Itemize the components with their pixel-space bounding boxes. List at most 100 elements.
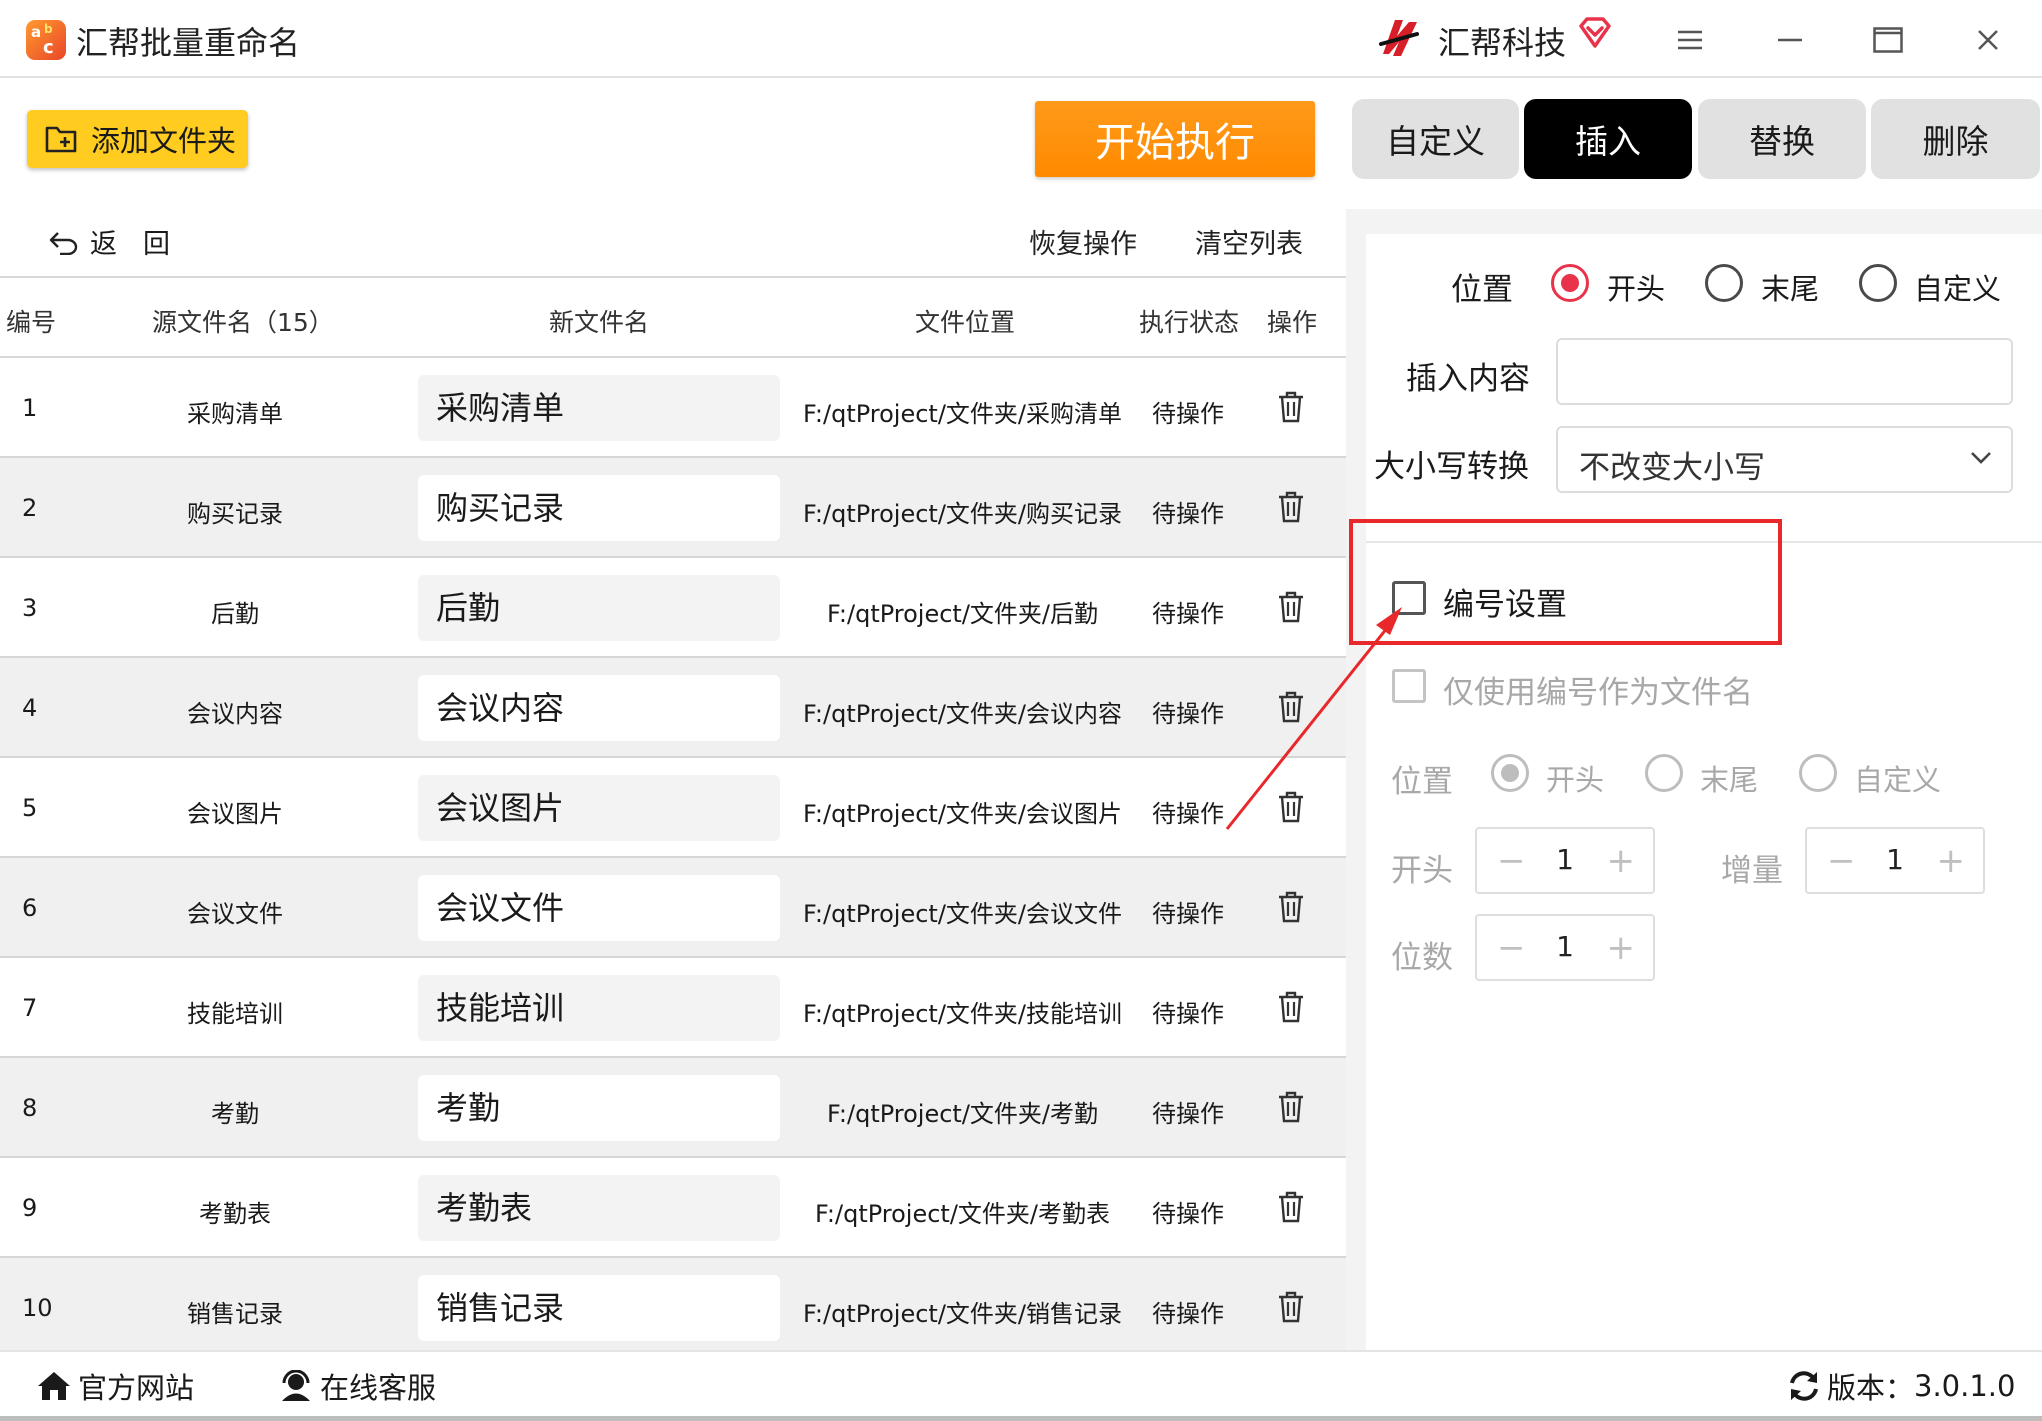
start-execute-button[interactable]: 开始执行 — [1035, 101, 1315, 177]
tab-delete[interactable]: 删除 — [1871, 99, 2040, 179]
row-new-name-field[interactable]: 采购清单 — [418, 375, 780, 441]
back-label: 返回 — [90, 229, 196, 260]
position-radio-end[interactable] — [1705, 264, 1743, 302]
table-row: 4 会议内容 会议内容 F:/qtProject/文件夹/会议内容 待操作 — [0, 658, 1346, 758]
header-location: 文件位置 — [915, 308, 1016, 337]
official-website-link[interactable]: 官方网站 — [36, 1365, 194, 1407]
headset-icon — [282, 1370, 310, 1401]
version-value: 3.0.1.0 — [1914, 1369, 2016, 1403]
minimize-icon[interactable] — [1768, 18, 1812, 62]
clear-list-link[interactable]: 清空列表 — [1195, 222, 1303, 261]
row-new-name-field[interactable]: 购买记录 — [418, 475, 780, 541]
plus-icon[interactable]: + — [1607, 841, 1636, 881]
trash-icon[interactable] — [1276, 990, 1306, 1024]
insert-content-label: 插入内容 — [1406, 361, 1530, 397]
plus-icon[interactable]: + — [1607, 928, 1636, 968]
window-bottom-border — [0, 1416, 2042, 1421]
row-source-name: 销售记录 — [187, 1300, 283, 1328]
row-file-path: F:/qtProject/文件夹/采购清单 — [802, 400, 1123, 428]
version-info[interactable]: 版本： 3.0.1.0 — [1787, 1365, 2015, 1407]
row-file-path: F:/qtProject/文件夹/考勤 — [826, 1100, 1099, 1128]
online-service-label: 在线客服 — [320, 1371, 437, 1405]
num-position-radio-end[interactable] — [1645, 754, 1683, 792]
row-number: 6 — [22, 894, 38, 922]
header-no: 编号 — [6, 308, 57, 337]
trash-icon[interactable] — [1276, 490, 1306, 524]
maximize-icon[interactable] — [1866, 18, 1910, 62]
table-row: 10 销售记录 销售记录 F:/qtProject/文件夹/销售记录 待操作 — [0, 1258, 1346, 1358]
row-new-name-field[interactable]: 会议文件 — [418, 875, 780, 941]
num-position-start-label: 开头 — [1546, 763, 1605, 797]
row-new-name-field[interactable]: 考勤表 — [418, 1175, 780, 1241]
row-source-name: 采购清单 — [187, 400, 283, 428]
folder-add-icon — [45, 126, 77, 153]
position-custom-label: 自定义 — [1914, 272, 2002, 306]
menu-icon[interactable] — [1668, 18, 1712, 62]
row-number: 9 — [22, 1194, 38, 1222]
row-new-name-field[interactable]: 技能培训 — [418, 975, 780, 1041]
row-number: 4 — [22, 694, 38, 722]
row-status: 待操作 — [1152, 1200, 1224, 1228]
row-file-path: F:/qtProject/文件夹/考勤表 — [814, 1200, 1111, 1228]
case-label: 大小写转换 — [1374, 449, 1529, 485]
table-top-divider — [0, 276, 1346, 278]
brand-logo-icon — [1379, 20, 1419, 56]
row-new-name-field[interactable]: 销售记录 — [418, 1275, 780, 1341]
row-new-name-field[interactable]: 后勤 — [418, 575, 780, 641]
back-button[interactable]: 返回 — [48, 222, 196, 261]
position-radio-custom[interactable] — [1859, 264, 1897, 302]
header-source: 源文件名（15） — [152, 308, 334, 337]
insert-content-input[interactable] — [1556, 338, 2013, 405]
row-new-name-field[interactable]: 会议内容 — [418, 675, 780, 741]
brand-name: 汇帮科技 — [1438, 24, 1567, 62]
table-row: 9 考勤表 考勤表 F:/qtProject/文件夹/考勤表 待操作 — [0, 1158, 1346, 1258]
trash-icon[interactable] — [1276, 890, 1306, 924]
row-number: 1 — [22, 394, 38, 422]
row-new-name-field[interactable]: 考勤 — [418, 1075, 780, 1141]
row-status: 待操作 — [1152, 1300, 1224, 1328]
trash-icon[interactable] — [1276, 1090, 1306, 1124]
position-radio-start[interactable] — [1551, 264, 1589, 302]
row-source-name: 考勤表 — [199, 1200, 271, 1228]
table-row: 1 采购清单 采购清单 F:/qtProject/文件夹/采购清单 待操作 — [0, 358, 1346, 458]
app-title: 汇帮批量重命名 — [76, 24, 301, 62]
position-label: 位置 — [1451, 272, 1513, 308]
tab-replace[interactable]: 替换 — [1698, 99, 1866, 179]
row-number: 10 — [22, 1294, 53, 1322]
row-source-name: 购买记录 — [187, 500, 283, 528]
tab-custom[interactable]: 自定义 — [1352, 99, 1519, 179]
trash-icon[interactable] — [1276, 390, 1306, 424]
increment-stepper[interactable]: − 1 + — [1805, 827, 1985, 894]
num-position-radio-start[interactable] — [1491, 754, 1529, 792]
header-new-name: 新文件名 — [549, 308, 650, 337]
start-number-stepper[interactable]: − 1 + — [1475, 827, 1655, 894]
app-logo-icon: abc — [26, 20, 66, 60]
position-start-label: 开头 — [1607, 272, 1666, 306]
table-row: 5 会议图片 会议图片 F:/qtProject/文件夹/会议图片 待操作 — [0, 758, 1346, 858]
add-folder-button[interactable]: 添加文件夹 — [27, 110, 248, 168]
trash-icon[interactable] — [1276, 1190, 1306, 1224]
plus-icon[interactable]: + — [1937, 841, 1966, 881]
row-status: 待操作 — [1152, 1100, 1224, 1128]
row-number: 7 — [22, 994, 38, 1022]
table-row: 8 考勤 考勤 F:/qtProject/文件夹/考勤 待操作 — [0, 1058, 1346, 1158]
close-icon[interactable] — [1966, 18, 2010, 62]
trash-icon[interactable] — [1276, 1290, 1306, 1324]
num-position-radio-custom[interactable] — [1799, 754, 1837, 792]
header-action: 操作 — [1267, 308, 1318, 337]
official-website-label: 官方网站 — [78, 1371, 195, 1405]
tab-insert[interactable]: 插入 — [1524, 99, 1692, 179]
digits-stepper[interactable]: − 1 + — [1475, 914, 1655, 981]
row-source-name: 技能培训 — [187, 1000, 283, 1028]
restore-operation-link[interactable]: 恢复操作 — [1029, 222, 1137, 261]
row-source-name: 考勤 — [211, 1100, 259, 1128]
start-number-label: 开头 — [1391, 853, 1453, 889]
case-select[interactable]: 不改变大小写 — [1556, 426, 2013, 493]
vip-diamond-icon[interactable] — [1577, 16, 1613, 50]
row-status: 待操作 — [1152, 900, 1224, 928]
row-file-path: F:/qtProject/文件夹/技能培训 — [802, 1000, 1123, 1028]
row-source-name: 会议图片 — [187, 800, 283, 828]
title-bar: abc 汇帮批量重命名 汇帮科技 — [0, 0, 2042, 78]
online-service-link[interactable]: 在线客服 — [278, 1365, 436, 1407]
row-new-name-field[interactable]: 会议图片 — [418, 775, 780, 841]
